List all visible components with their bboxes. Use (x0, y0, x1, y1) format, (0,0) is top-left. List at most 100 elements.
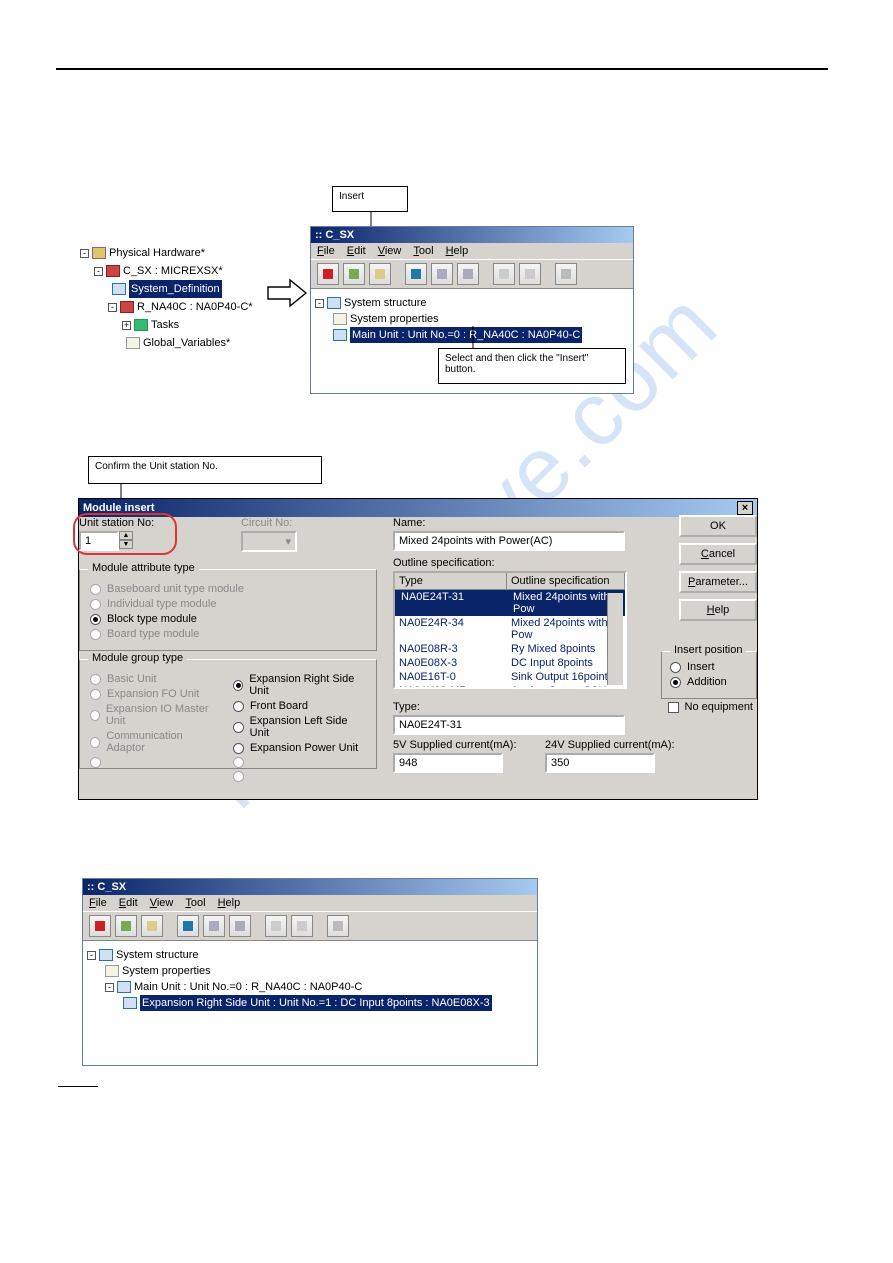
globals-icon (126, 337, 140, 349)
tree-label[interactable]: System structure (344, 295, 427, 311)
radio-label[interactable]: Expansion Right Side Unit (249, 673, 366, 697)
tree-label-main-unit[interactable]: Main Unit : Unit No.=0 : R_NA40C : NA0P4… (350, 327, 582, 343)
tool-btn-2[interactable] (115, 915, 137, 937)
tree-collapse-icon[interactable]: - (80, 249, 89, 258)
radio-label[interactable]: Expansion Power Unit (250, 742, 358, 754)
radio-label[interactable]: Expansion Left Side Unit (250, 715, 366, 739)
tool-btn-9[interactable] (327, 915, 349, 937)
menu-file[interactable]: FFileile (317, 245, 335, 257)
tree-label-expansion[interactable]: Expansion Right Side Unit : Unit No.=1 :… (140, 995, 492, 1011)
tool-btn-insert[interactable] (369, 263, 391, 285)
menu-edit[interactable]: Edit (347, 245, 366, 257)
radio-label[interactable]: Front Board (250, 700, 308, 712)
no-equipment-row[interactable]: No equipment (668, 701, 754, 713)
tree-label[interactable]: Tasks (151, 316, 179, 334)
insert-position-group: Insert position Insert Addition (661, 651, 757, 699)
ok-button[interactable]: OK (679, 515, 757, 537)
menu-tool[interactable]: Tool (185, 897, 205, 909)
menu-view[interactable]: View (378, 245, 402, 257)
list-item[interactable]: NA0E24T-31Mixed 24points with Pow (395, 590, 625, 616)
arrow-icon (266, 278, 308, 308)
list-item[interactable]: NA0E08R-3Ry Mixed 8points (395, 642, 625, 656)
spin-up-icon[interactable]: ▲ (119, 531, 133, 540)
tree-collapse-icon[interactable]: - (87, 951, 96, 960)
radio[interactable] (670, 662, 681, 673)
parameter-button[interactable]: Parameter... (679, 571, 757, 593)
unit-icon (117, 981, 131, 993)
tool-btn-2[interactable] (343, 263, 365, 285)
menu-view[interactable]: View (150, 897, 174, 909)
tree-label[interactable]: C_SX : MICREXSX* (123, 262, 223, 280)
tree-label[interactable]: R_NA40C : NA0P40-C* (137, 298, 253, 316)
v24-value: 350 (545, 753, 655, 773)
tree-collapse-icon[interactable]: - (94, 267, 103, 276)
list-item[interactable]: NA0AY02-MRAnalog Output 2CH (395, 684, 625, 689)
radio[interactable] (233, 743, 244, 754)
tool-btn-7[interactable] (265, 915, 287, 937)
tool-btn-4[interactable] (405, 263, 427, 285)
tool-btn-8[interactable] (291, 915, 313, 937)
tree-label[interactable]: Main Unit : Unit No.=0 : R_NA40C : NA0P4… (134, 979, 362, 995)
tree-collapse-icon[interactable]: - (105, 983, 114, 992)
tree-collapse-icon[interactable]: - (315, 299, 324, 308)
radio (233, 757, 244, 768)
close-icon[interactable]: × (737, 501, 753, 515)
tool-btn-1[interactable] (89, 915, 111, 937)
radio[interactable] (90, 614, 101, 625)
tree-label[interactable]: Global_Variables* (143, 334, 230, 352)
tree-label[interactable]: System structure (116, 947, 199, 963)
tool-btn-5[interactable] (431, 263, 453, 285)
tool-btn-1[interactable] (317, 263, 339, 285)
scrollbar[interactable] (607, 593, 623, 685)
tool-btn-6[interactable] (229, 915, 251, 937)
menu-file[interactable]: File (89, 897, 107, 909)
radio[interactable] (233, 722, 244, 733)
checkbox[interactable] (668, 702, 679, 713)
tree-collapse-icon[interactable]: - (108, 303, 117, 312)
tool-btn-5[interactable] (203, 915, 225, 937)
tree-label[interactable]: Physical Hardware* (109, 244, 205, 262)
tree-expand-icon[interactable]: + (122, 321, 131, 330)
menubar: FFileile Edit View Tool Help (311, 243, 633, 259)
list-item[interactable]: NA0E24R-34Mixed 24points with Pow (395, 616, 625, 642)
menu-help[interactable]: Help (218, 897, 241, 909)
radio[interactable] (670, 677, 681, 688)
radio[interactable] (233, 701, 244, 712)
titlebar[interactable]: :: C_SX (311, 227, 633, 243)
outline-listbox[interactable]: TypeOutline specification NA0E24T-31Mixe… (393, 571, 627, 689)
radio-label[interactable]: Block type module (107, 613, 197, 625)
tool-btn-7[interactable] (493, 263, 515, 285)
dialog-titlebar[interactable]: Module insert × (79, 499, 757, 517)
tool-btn-8[interactable] (519, 263, 541, 285)
col-spec[interactable]: Outline specification (507, 573, 625, 589)
tool-btn-9[interactable] (555, 263, 577, 285)
type-value: NA0E24T-31 (393, 715, 625, 735)
menu-tool[interactable]: Tool (413, 245, 433, 257)
radio[interactable] (233, 680, 243, 691)
list-item[interactable]: NA0E08X-3DC Input 8points (395, 656, 625, 670)
tool-btn-4[interactable] (177, 915, 199, 937)
name-input[interactable]: Mixed 24points with Power(AC) (393, 531, 625, 551)
list-item[interactable]: NA0E16T-0Sink Output 16points (395, 670, 625, 684)
tree-label[interactable]: System properties (122, 963, 211, 979)
tree-label-selected[interactable]: System_Definition (129, 280, 222, 298)
spin-down-icon[interactable]: ▼ (119, 540, 133, 549)
cancel-button[interactable]: Cancel (679, 543, 757, 565)
tool-btn-3[interactable] (141, 915, 163, 937)
radio (90, 599, 101, 610)
col-type[interactable]: Type (395, 573, 507, 589)
help-button[interactable]: Help (679, 599, 757, 621)
radio-label[interactable]: Addition (687, 676, 727, 688)
titlebar[interactable]: :: C_SX (83, 879, 537, 895)
radio (90, 584, 101, 595)
struct-icon (327, 297, 341, 309)
callout-insert: Insert (332, 186, 408, 212)
menu-help[interactable]: Help (446, 245, 469, 257)
unit-station-input[interactable]: 1 (79, 531, 119, 551)
radio-label: Communication Adaptor (106, 730, 215, 754)
radio (233, 771, 244, 782)
tool-btn-6[interactable] (457, 263, 479, 285)
tree-label[interactable]: System properties (350, 311, 439, 327)
radio-label[interactable]: Insert (687, 661, 715, 673)
menu-edit[interactable]: Edit (119, 897, 138, 909)
